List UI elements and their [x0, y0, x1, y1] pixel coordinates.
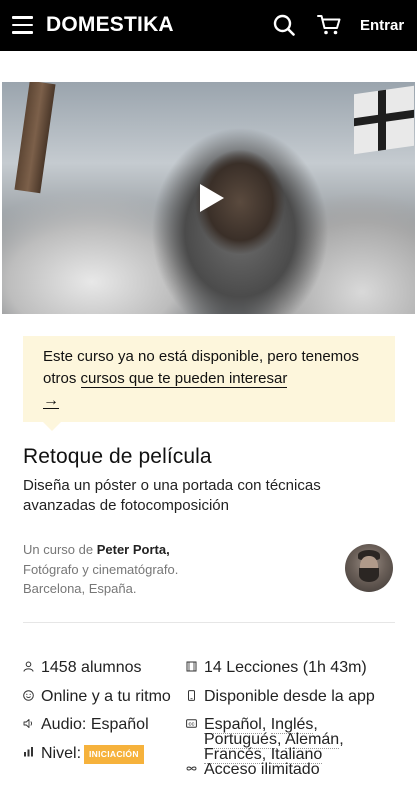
- infinity-icon: [186, 766, 197, 771]
- level-feature: Nivel: INICIACIÓN: [23, 745, 144, 764]
- avatar[interactable]: [345, 544, 393, 592]
- author-prefix: Un curso de: [23, 542, 94, 557]
- author-name[interactable]: Peter Porta,: [97, 542, 170, 557]
- subtitles-feature: CC Español, Inglés, Portugués, Alemán, Fr…: [186, 716, 386, 764]
- online-feature: Online y a tu ritmo: [23, 689, 171, 705]
- video-thumbnail-sword: [14, 82, 56, 194]
- students-count: 1458 alumnos: [23, 660, 142, 676]
- menu-icon[interactable]: [12, 16, 33, 34]
- user-icon: [23, 661, 34, 672]
- arrow-right-icon[interactable]: →: [43, 393, 59, 409]
- level-bars-icon: [24, 747, 33, 757]
- closed-captions-icon: CC: [186, 719, 197, 728]
- notice-pointer: [43, 422, 61, 431]
- course-title: Retoque de película: [23, 445, 212, 468]
- login-button[interactable]: Entrar: [360, 17, 404, 34]
- course-subtitle: Diseña un póster o una portada con técni…: [23, 477, 321, 514]
- play-icon[interactable]: [197, 182, 227, 214]
- author-location: Barcelona, España.: [23, 581, 137, 596]
- cart-icon[interactable]: [317, 14, 341, 36]
- audio-feature: Audio: Español: [23, 717, 149, 733]
- access-feature: Acceso ilimitado: [186, 762, 320, 778]
- video-thumbnail-flag: [354, 85, 414, 155]
- author-info: Un curso de Peter Porta, Fotógrafo y cin…: [23, 540, 178, 599]
- level-badge: INICIACIÓN: [84, 745, 144, 764]
- app-feature: Disponible desde la app: [186, 689, 375, 705]
- course-trailer-video[interactable]: [2, 82, 415, 314]
- author-role: Fotógrafo y cinematógrafo.: [23, 561, 179, 577]
- course-unavailable-notice: Este curso ya no está disponible, pero t…: [23, 336, 395, 422]
- notice-text: Este curso ya no está disponible, pero t…: [43, 346, 375, 412]
- domestika-logo[interactable]: DOMESTIKA: [46, 13, 174, 37]
- film-icon: [186, 661, 197, 672]
- section-divider: [23, 622, 395, 623]
- svg-text:CC: CC: [188, 721, 194, 726]
- top-navigation-bar: DOMESTIKA Entrar: [0, 0, 417, 51]
- speaker-icon: [23, 719, 32, 728]
- recommended-courses-link[interactable]: cursos que te pueden interesar: [80, 370, 288, 388]
- smile-icon: [23, 690, 34, 701]
- lessons-feature: 14 Lecciones (1h 43m): [186, 660, 367, 676]
- search-icon[interactable]: [273, 14, 295, 36]
- phone-icon: [188, 690, 195, 701]
